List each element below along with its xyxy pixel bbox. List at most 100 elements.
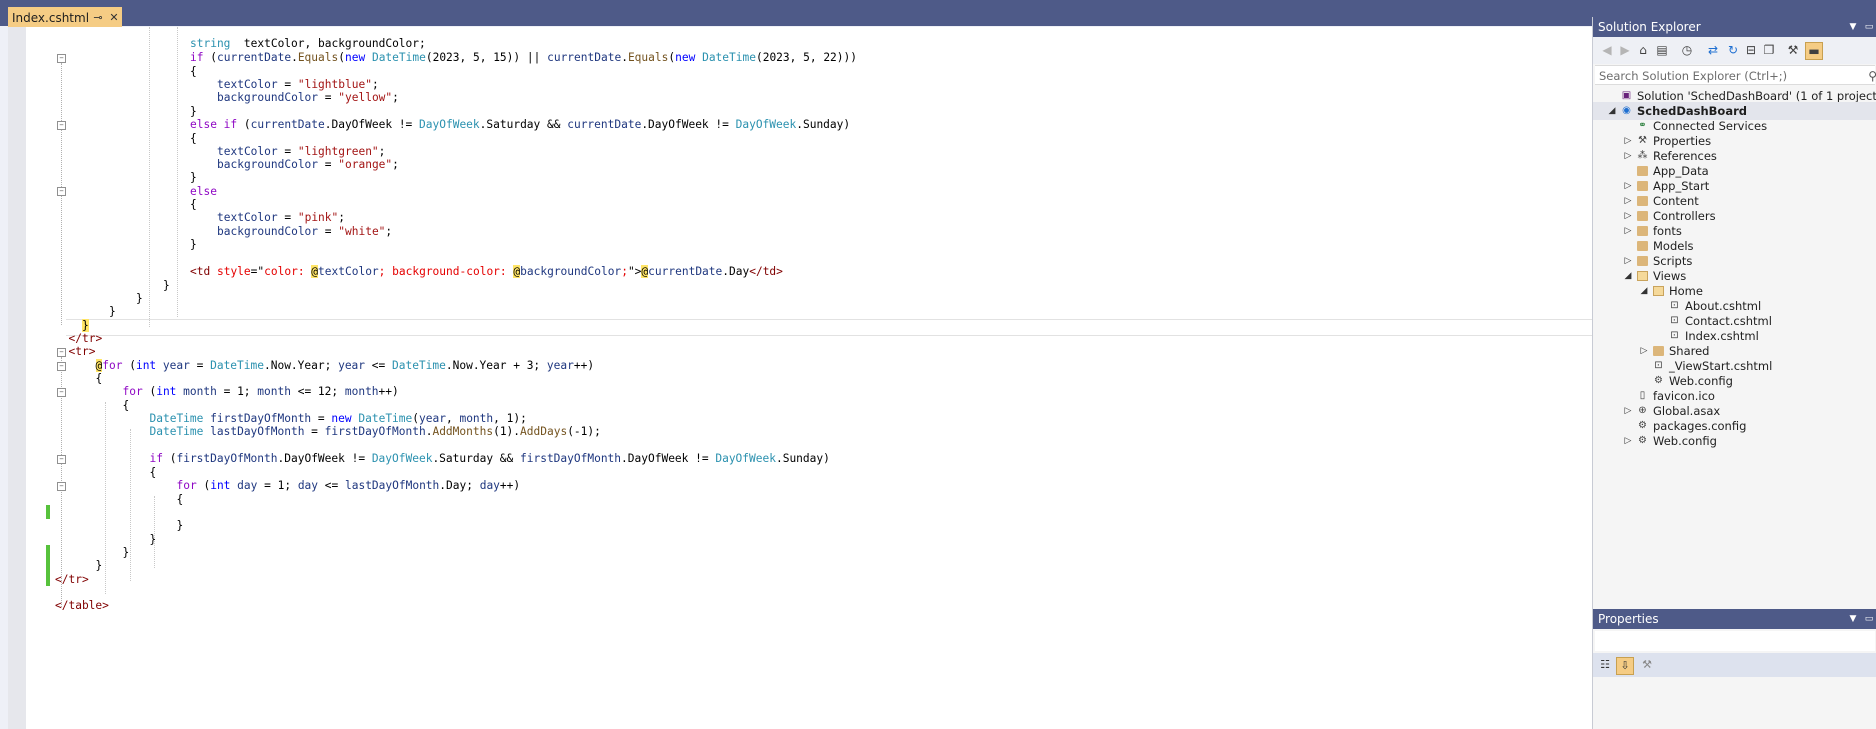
- code-line[interactable]: @for (int year = DateTime.Now.Year; year…: [95, 358, 595, 374]
- code-token: AddMonths: [432, 425, 494, 438]
- code-token: {: [190, 65, 197, 78]
- properties-object-selector[interactable]: [1595, 631, 1875, 651]
- code-token: Equals: [297, 51, 339, 64]
- auto-hide-icon[interactable]: ▭: [1861, 22, 1876, 32]
- code-token: month: [344, 385, 379, 398]
- document-tab-index-cshtml[interactable]: Index.cshtml ⊸ ✕: [8, 7, 122, 28]
- collapse-toggle[interactable]: −: [57, 121, 66, 130]
- home-icon[interactable]: ⌂: [1635, 42, 1651, 58]
- code-line[interactable]: {: [123, 398, 130, 414]
- code-line[interactable]: }: [123, 545, 130, 561]
- forward-icon[interactable]: ▶: [1617, 42, 1633, 58]
- folder-icon: [1637, 211, 1648, 221]
- config-file-icon: ⚙: [1654, 375, 1663, 386]
- code-token: (: [196, 479, 211, 492]
- code-line[interactable]: if (firstDayOfMonth.DayOfWeek != DayOfWe…: [150, 451, 830, 467]
- code-token: </td>: [749, 265, 783, 278]
- sync-icon[interactable]: ⇄: [1705, 42, 1721, 58]
- properties-panel: Properties ▼ ▭ ☷ ⇩ ⚒: [1592, 609, 1876, 729]
- back-icon[interactable]: ◀: [1599, 42, 1615, 58]
- code-token: <=: [318, 479, 345, 492]
- collapse-toggle[interactable]: −: [57, 455, 66, 464]
- global-asax-icon: ⊕: [1638, 405, 1647, 416]
- preview-icon[interactable]: ▬: [1805, 42, 1823, 60]
- folder-icon: [1637, 256, 1648, 266]
- search-icon[interactable]: ⚲: [1868, 66, 1876, 86]
- code-line[interactable]: {: [190, 64, 197, 80]
- code-line[interactable]: if (currentDate.Equals(new DateTime(2023…: [190, 50, 857, 66]
- code-line[interactable]: <tr>: [69, 344, 96, 360]
- collapse-toggle[interactable]: −: [57, 482, 66, 491]
- code-line[interactable]: backgroundColor = "yellow";: [217, 90, 399, 106]
- folder-open-icon: [1653, 286, 1664, 296]
- code-token: ;: [621, 265, 628, 278]
- dropdown-icon[interactable]: ▼: [1845, 614, 1861, 624]
- code-line[interactable]: }: [163, 278, 170, 294]
- code-token: (2023, 5, 15)) ||: [425, 51, 548, 64]
- property-pages-icon[interactable]: ⚒: [1639, 657, 1655, 673]
- code-token: .Sunday): [775, 452, 830, 465]
- code-token: if: [149, 452, 163, 465]
- close-icon[interactable]: ✕: [106, 11, 122, 24]
- collapse-toggle[interactable]: −: [57, 54, 66, 63]
- code-line[interactable]: }: [96, 558, 103, 574]
- collapse-toggle[interactable]: −: [57, 388, 66, 397]
- code-line[interactable]: {: [150, 465, 157, 481]
- code-line[interactable]: }: [150, 532, 157, 548]
- code-token: (1).: [493, 425, 521, 438]
- collapse-toggle[interactable]: −: [57, 362, 66, 371]
- code-line[interactable]: {: [177, 492, 184, 508]
- code-token: ++): [573, 359, 595, 372]
- indent-guide: [149, 27, 150, 327]
- code-token: (-1);: [567, 425, 601, 438]
- code-line[interactable]: }: [109, 304, 116, 320]
- refresh-icon[interactable]: ↻: [1725, 42, 1741, 58]
- pending-changes-filter-icon[interactable]: ◷: [1679, 42, 1695, 58]
- code-token: <td: [190, 265, 211, 278]
- code-line[interactable]: {: [190, 197, 197, 213]
- code-line[interactable]: DateTime lastDayOfMonth = firstDayOfMont…: [150, 424, 601, 440]
- code-line[interactable]: for (int month = 1; month <= 12; month++…: [123, 384, 399, 400]
- code-token: year: [162, 359, 190, 372]
- expand-icon[interactable]: ▷: [1623, 432, 1633, 450]
- tree-item-web-config[interactable]: ▷ ⚙ Web.config: [1593, 432, 1876, 450]
- categorized-icon[interactable]: ☷: [1597, 657, 1613, 673]
- pin-icon[interactable]: ⊸: [90, 11, 106, 24]
- show-all-files-icon[interactable]: ❐: [1761, 42, 1777, 58]
- code-editor[interactable]: − − − − − − − − string textColor, backgr…: [8, 27, 1592, 729]
- code-line[interactable]: for (int day = 1; day <= lastDayOfMonth.…: [177, 478, 521, 494]
- solution-explorer-search-input[interactable]: Search Solution Explorer (Ctrl+;) ⚲: [1595, 65, 1876, 86]
- code-token: = 1;: [216, 385, 258, 398]
- code-token: year: [546, 359, 574, 372]
- properties-icon[interactable]: ⚒: [1785, 42, 1801, 58]
- code-line[interactable]: </tr>: [55, 572, 89, 588]
- dropdown-icon[interactable]: ▼: [1845, 22, 1861, 32]
- code-token: }: [149, 533, 157, 546]
- code-line[interactable]: backgroundColor = "white";: [217, 224, 392, 240]
- code-token: currentDate: [250, 118, 325, 131]
- tree-item-label: Web.config: [1653, 434, 1717, 448]
- alphabetical-icon[interactable]: ⇩: [1616, 657, 1634, 675]
- code-line[interactable]: {: [96, 371, 103, 387]
- code-token: ;: [338, 211, 346, 224]
- code-line[interactable]: <td style="color: @textColor; background…: [190, 264, 783, 280]
- code-line[interactable]: }: [190, 237, 197, 253]
- code-token: for: [122, 385, 143, 398]
- auto-hide-icon[interactable]: ▭: [1861, 614, 1876, 624]
- code-line[interactable]: backgroundColor = "orange";: [217, 157, 399, 173]
- collapse-toggle[interactable]: −: [57, 187, 66, 196]
- code-token: (: [122, 359, 136, 372]
- code-token: ;: [385, 225, 393, 238]
- code-line[interactable]: {: [190, 131, 197, 147]
- code-line[interactable]: </table>: [55, 598, 109, 614]
- change-marker: [46, 545, 50, 586]
- code-line[interactable]: }: [136, 291, 143, 307]
- switch-views-icon[interactable]: ▤: [1654, 42, 1670, 58]
- collapse-all-icon[interactable]: ⊟: [1743, 42, 1759, 58]
- code-token: </tr>: [55, 573, 89, 586]
- code-line[interactable]: else if (currentDate.DayOfWeek != DayOfW…: [190, 117, 850, 133]
- code-token: firstDayOfMonth: [324, 425, 426, 438]
- code-line[interactable]: }: [177, 518, 184, 534]
- collapse-toggle[interactable]: −: [57, 348, 66, 357]
